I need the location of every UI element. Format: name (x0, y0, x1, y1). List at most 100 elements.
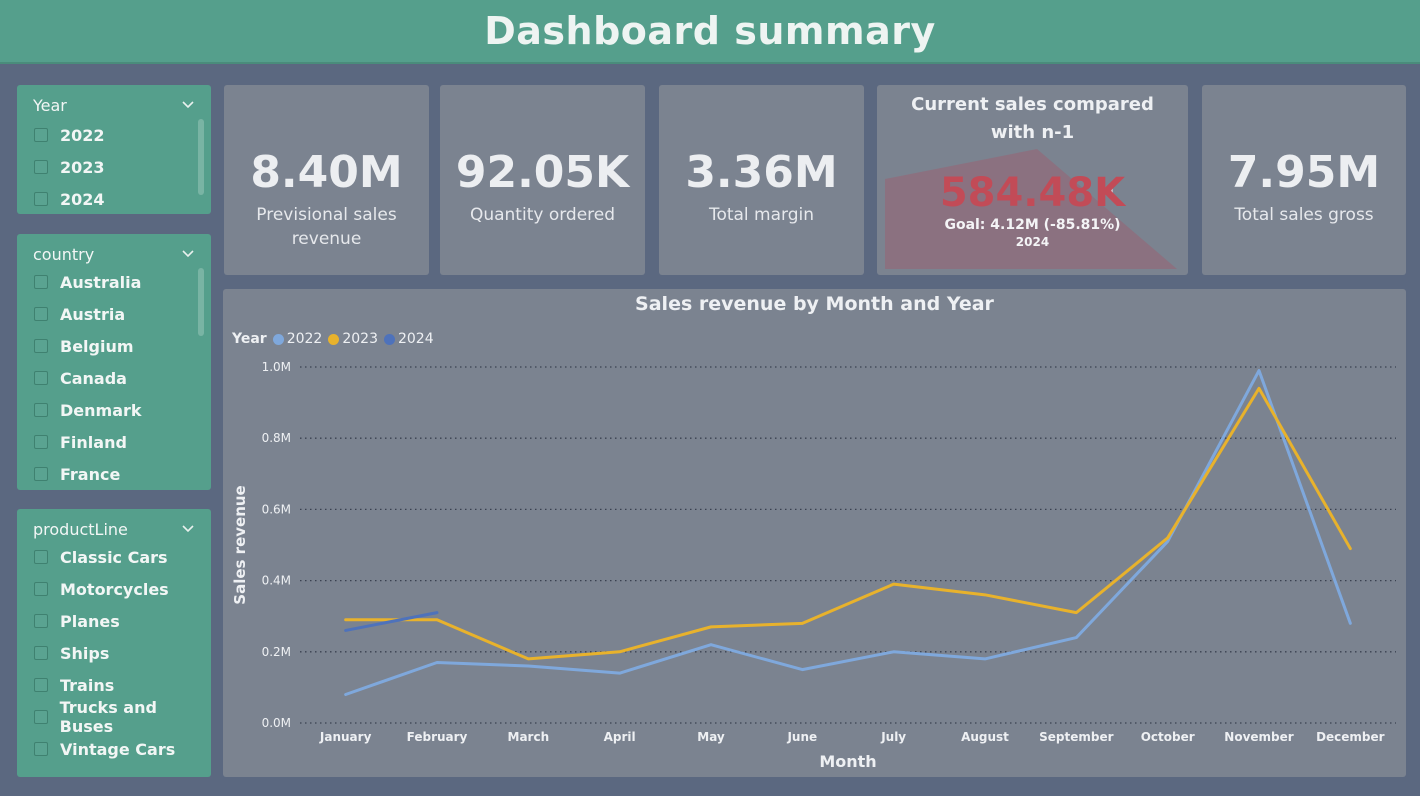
y-axis-title: Sales revenue (231, 485, 249, 604)
checkbox[interactable] (34, 403, 48, 417)
kpi-value: 7.95M (1227, 147, 1381, 198)
year-option-label: 2022 (60, 125, 105, 145)
checkbox[interactable] (34, 128, 48, 142)
country-option-label: Denmark (60, 400, 142, 420)
kpi-value: 8.40M (250, 147, 403, 198)
y-tick-label: 0.4M (262, 574, 291, 588)
kpi-label: Quantity ordered (469, 205, 616, 225)
country-option-label: Belgium (60, 336, 134, 356)
gauge-year: 2024 (1015, 235, 1050, 249)
country-option-denmark[interactable]: Denmark (34, 394, 211, 426)
y-tick-label: 0.8M (262, 431, 291, 445)
kpi-card-total-sales-gross: 7.95M Total sales gross (1202, 85, 1406, 275)
sales-revenue-chart: Sales revenue by Month and Year Year 202… (223, 289, 1406, 777)
kpi-value: 92.05K (455, 147, 630, 198)
productline-slicer-header[interactable]: productLine (17, 517, 211, 541)
kpi-card-quantity-ordered: 92.05K Quantity ordered (440, 85, 645, 275)
country-option-belgium[interactable]: Belgium (34, 330, 211, 362)
productline-option-label: Ships (60, 643, 110, 663)
country-option-label: France (60, 464, 121, 484)
year-option-label: 2024 (60, 189, 105, 209)
x-axis-title: Month (819, 752, 876, 771)
productline-option-classic-cars[interactable]: Classic Cars (34, 541, 211, 573)
checkbox[interactable] (34, 710, 48, 724)
x-tick-label: October (1141, 730, 1195, 744)
productline-option-label: Trucks and Buses (59, 698, 157, 736)
checkbox[interactable] (34, 339, 48, 353)
checkbox[interactable] (34, 646, 48, 660)
x-tick-label: January (319, 730, 372, 744)
y-tick-label: 0.6M (262, 502, 291, 516)
checkbox[interactable] (34, 435, 48, 449)
dashboard-header: Dashboard summary (0, 0, 1420, 64)
gauge-goal: Goal: 4.12M (-85.81%) (944, 217, 1121, 233)
y-tick-label: 1.0M (262, 360, 291, 374)
productline-option-ships[interactable]: Ships (34, 637, 211, 669)
country-option-australia[interactable]: Australia (34, 266, 211, 298)
country-slicer-scrollbar[interactable] (198, 268, 204, 336)
kpi-label: Previsional sales revenue (256, 205, 397, 249)
country-option-label: Australia (60, 272, 142, 292)
x-tick-label: July (880, 730, 906, 744)
chart-plot: 0.0M 0.2M 0.4M 0.6M 0.8M 1.0M January February M… (231, 360, 1396, 771)
checkbox[interactable] (34, 742, 48, 756)
chevron-down-icon[interactable] (181, 247, 195, 261)
kpi-label: Total margin (708, 205, 815, 225)
productline-option-label: Vintage Cars (60, 739, 176, 759)
kpi-value: 3.36M (685, 147, 838, 198)
productline-option-motorcycles[interactable]: Motorcycles (34, 573, 211, 605)
x-tick-label: September (1039, 730, 1113, 744)
x-tick-label: November (1224, 730, 1293, 744)
year-slicer-title: Year (33, 95, 67, 115)
checkbox[interactable] (34, 582, 48, 596)
year-slicer-header[interactable]: Year (17, 93, 211, 117)
country-option-france[interactable]: France (34, 458, 211, 490)
checkbox[interactable] (34, 307, 48, 321)
page-title: Dashboard summary (484, 9, 936, 53)
y-tick-label: 0.2M (262, 645, 291, 659)
productline-option-label: Classic Cars (60, 547, 168, 567)
country-slicer: country Australia Austria Belgium Canada… (17, 234, 211, 490)
country-option-label: Finland (60, 432, 127, 452)
country-option-label: Austria (60, 304, 126, 324)
country-slicer-title: country (33, 244, 95, 264)
x-tick-label: March (508, 730, 550, 744)
x-tick-label: April (604, 730, 636, 744)
year-slicer-scrollbar[interactable] (198, 119, 204, 195)
year-option-label: 2023 (60, 157, 105, 177)
kpi-label: Total sales gross (1234, 205, 1374, 225)
productline-option-vintage-cars[interactable]: Vintage Cars (34, 733, 211, 765)
x-tick-label: December (1316, 730, 1385, 744)
checkbox[interactable] (34, 678, 48, 692)
productline-slicer: productLine Classic Cars Motorcycles Pla… (17, 509, 211, 777)
checkbox[interactable] (34, 192, 48, 206)
checkbox[interactable] (34, 467, 48, 481)
productline-option-trains[interactable]: Trains (34, 669, 211, 701)
country-option-austria[interactable]: Austria (34, 298, 211, 330)
checkbox[interactable] (34, 614, 48, 628)
year-slicer: Year 2022 2023 2024 (17, 85, 211, 214)
country-option-finland[interactable]: Finland (34, 426, 211, 458)
gauge-value: 584.48K (939, 170, 1126, 216)
kpi-card-total-margin: 3.36M Total margin (659, 85, 864, 275)
chevron-down-icon[interactable] (181, 522, 195, 536)
productline-option-trucks-and-buses[interactable]: Trucks and Buses (34, 698, 211, 736)
productline-option-planes[interactable]: Planes (34, 605, 211, 637)
checkbox[interactable] (34, 275, 48, 289)
country-option-label: Canada (60, 368, 127, 388)
country-slicer-header[interactable]: country (17, 242, 211, 266)
productline-slicer-title: productLine (33, 519, 128, 539)
checkbox[interactable] (34, 550, 48, 564)
kpi-card-previsional-revenue: 8.40M Previsional sales revenue (224, 85, 429, 275)
country-option-canada[interactable]: Canada (34, 362, 211, 394)
checkbox[interactable] (34, 160, 48, 174)
year-option-2022[interactable]: 2022 (34, 119, 211, 151)
x-tick-label: February (407, 730, 468, 744)
series-line-2024 (344, 611, 439, 632)
x-tick-label: June (786, 730, 817, 744)
year-option-2023[interactable]: 2023 (34, 151, 211, 183)
checkbox[interactable] (34, 371, 48, 385)
y-tick-label: 0.0M (262, 716, 291, 730)
chevron-down-icon[interactable] (181, 98, 195, 112)
year-option-2024[interactable]: 2024 (34, 183, 211, 214)
